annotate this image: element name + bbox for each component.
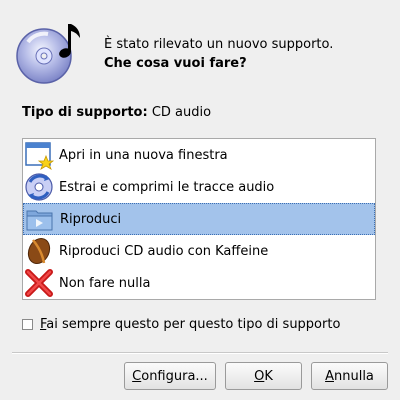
configure-button[interactable]: Configura... xyxy=(124,362,216,390)
kaffeine-icon xyxy=(23,235,57,267)
action-list[interactable]: Apri in una nuova finestra Estrai e comp… xyxy=(22,138,376,300)
action-label: Riproduci CD audio con Kaffeine xyxy=(59,243,269,259)
action-item-kaffeine[interactable]: Riproduci CD audio con Kaffeine xyxy=(23,235,375,267)
ok-button[interactable]: OK xyxy=(225,362,302,390)
action-label: Apri in una nuova finestra xyxy=(59,147,228,163)
action-label: Non fare nulla xyxy=(59,275,151,291)
action-label: Riproduci xyxy=(60,211,122,227)
action-item-rip-audio[interactable]: Estrai e comprimi le tracce audio xyxy=(23,171,375,203)
rip-audio-icon xyxy=(23,171,57,203)
always-do-this-option[interactable]: Fai sempre questo per questo tipo di sup… xyxy=(22,317,340,332)
red-x-icon xyxy=(23,267,57,299)
media-type-value: CD audio xyxy=(151,105,212,120)
action-item-new-window[interactable]: Apri in una nuova finestra xyxy=(23,139,375,171)
divider xyxy=(12,352,388,354)
cd-audio-icon xyxy=(14,18,86,90)
new-window-icon xyxy=(23,139,57,171)
question-prompt: Che cosa vuoi fare? xyxy=(104,56,247,71)
media-type-label: Tipo di supporto: xyxy=(22,105,148,120)
cancel-button[interactable]: Annulla xyxy=(311,362,388,390)
action-item-do-nothing[interactable]: Non fare nulla xyxy=(23,267,375,299)
action-item-play[interactable]: Riproduci xyxy=(23,203,375,235)
action-label: Estrai e comprimi le tracce audio xyxy=(59,179,275,195)
detection-message: È stato rilevato un nuovo supporto. xyxy=(104,37,334,52)
always-do-this-checkbox[interactable] xyxy=(22,319,33,330)
always-do-this-label: Fai sempre questo per questo tipo di sup… xyxy=(40,317,341,332)
media-type-row: Tipo di supporto: CD audio xyxy=(22,105,211,120)
play-folder-icon xyxy=(24,203,58,235)
